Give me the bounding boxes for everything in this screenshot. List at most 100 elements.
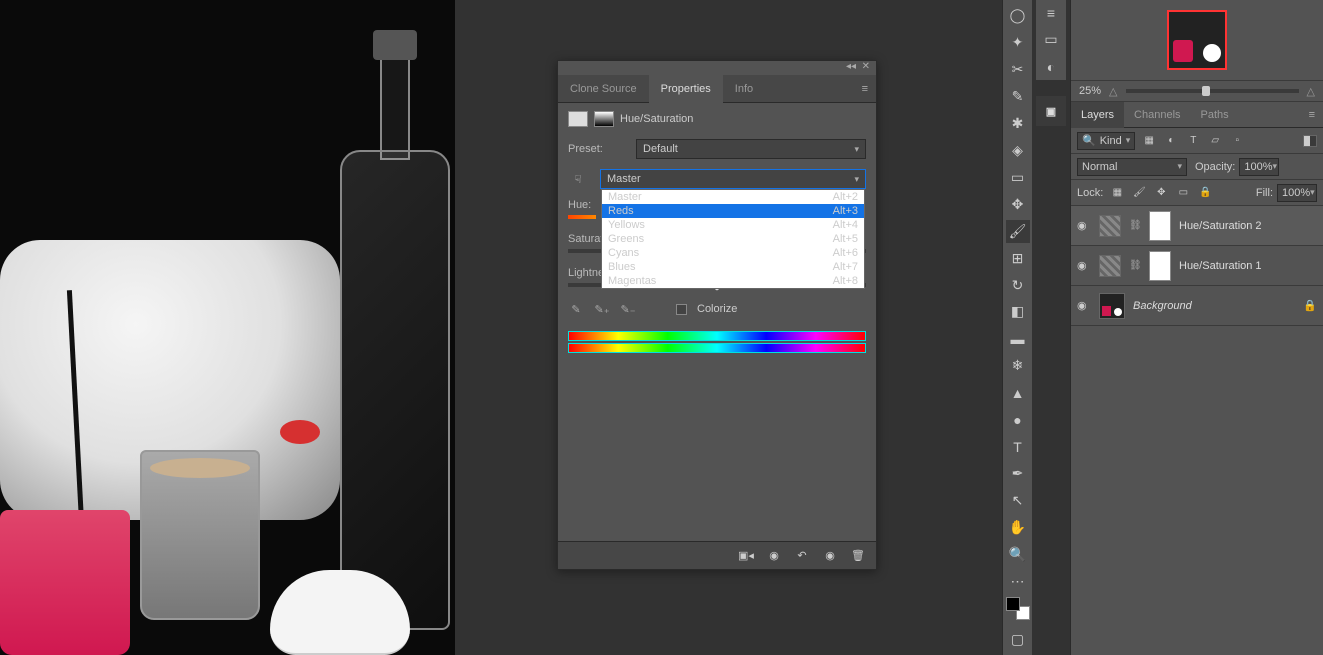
gradient-tool-icon[interactable]: ▬ [1006, 327, 1030, 350]
document-canvas[interactable] [0, 0, 455, 655]
filter-type-icon[interactable]: T [1185, 133, 1201, 149]
zoom-slider[interactable] [1126, 89, 1299, 93]
crop-tool-icon[interactable]: ✂ [1006, 58, 1030, 81]
link-icon: ⛓ [1129, 260, 1141, 272]
panel-menu-icon[interactable]: ≡ [854, 83, 876, 95]
channel-option-cyans[interactable]: CyansAlt+6 [602, 246, 864, 260]
targeted-adjustment-icon[interactable]: ☟ [568, 169, 588, 189]
tab-channels[interactable]: Channels [1124, 102, 1190, 128]
zoom-out-icon[interactable]: △ [1109, 85, 1117, 98]
move-tool-icon[interactable]: ✥ [1006, 193, 1030, 216]
eyedropper-add-icon[interactable]: ✎₊ [594, 301, 610, 317]
marquee-tool-icon[interactable]: ▭ [1006, 166, 1030, 189]
adjustment-thumb-icon[interactable] [1099, 215, 1121, 237]
hue-slider[interactable] [568, 215, 596, 219]
type-tool-icon[interactable]: T [1006, 435, 1030, 458]
actions-panel-icon[interactable]: ▭ [1039, 31, 1063, 48]
tab-info[interactable]: Info [723, 75, 765, 103]
panel-tabstrip: Clone Source Properties Info ≡ [558, 75, 876, 103]
delete-icon[interactable]: 🗑 [850, 548, 866, 564]
filter-pixel-icon[interactable]: ▦ [1141, 133, 1157, 149]
pen-tool-icon[interactable]: ✒ [1006, 462, 1030, 485]
lock-position-icon[interactable]: ✥ [1153, 185, 1169, 201]
visibility-icon[interactable]: ◉ [1077, 219, 1091, 233]
visibility-icon[interactable]: ◉ [1077, 299, 1091, 313]
channel-option-reds[interactable]: RedsAlt+3 [602, 204, 864, 218]
lasso-tool-icon[interactable]: ◯ [1006, 4, 1030, 27]
eyedropper-tool-icon[interactable]: ✎ [1006, 85, 1030, 108]
burn-tool-icon[interactable]: ● [1006, 408, 1030, 431]
path-select-tool-icon[interactable]: ↖ [1006, 489, 1030, 512]
quick-mask-icon[interactable]: ▢ [1006, 628, 1030, 651]
layers-menu-icon[interactable]: ≡ [1301, 109, 1323, 121]
tab-properties[interactable]: Properties [649, 75, 723, 103]
layer-row[interactable]: ◉ Background 🔒 [1071, 286, 1323, 326]
filter-shape-icon[interactable]: ▱ [1207, 133, 1223, 149]
layer-name[interactable]: Hue/Saturation 1 [1179, 260, 1262, 272]
zoom-in-icon[interactable]: △ [1307, 85, 1315, 98]
tab-clone-source[interactable]: Clone Source [558, 75, 649, 103]
color-spectrum[interactable] [568, 331, 866, 353]
tab-paths[interactable]: Paths [1191, 102, 1239, 128]
fill-label: Fill: [1256, 187, 1273, 199]
lock-transparent-icon[interactable]: ▦ [1109, 185, 1125, 201]
eraser-tool-icon[interactable]: ◧ [1006, 300, 1030, 323]
channel-option-master[interactable]: MasterAlt+2 [602, 190, 864, 204]
view-previous-icon[interactable]: ◉ [766, 548, 782, 564]
properties-panel-icon[interactable]: ▣ [1036, 96, 1066, 126]
brush-tool-icon[interactable]: 🖌 [1006, 220, 1030, 243]
panel-collapse-bar[interactable]: ◂◂ ✕ [558, 61, 876, 75]
blend-mode-dropdown[interactable]: Normal▾ [1077, 158, 1187, 176]
history-brush-tool-icon[interactable]: ↻ [1006, 274, 1030, 297]
quick-select-tool-icon[interactable]: ✦ [1006, 31, 1030, 54]
edit-toolbar-icon[interactable]: ⋯ [1006, 570, 1030, 593]
layer-row[interactable]: ◉ ⛓ Hue/Saturation 1 [1071, 246, 1323, 286]
blur-tool-icon[interactable]: ❄ [1006, 354, 1030, 377]
clip-to-layer-icon[interactable]: ▣◂ [738, 548, 754, 564]
adjustment-title: Hue/Saturation [620, 113, 693, 125]
visibility-icon[interactable]: ◉ [1077, 259, 1091, 273]
mask-thumb[interactable] [1149, 211, 1171, 241]
adjustment-thumb-icon[interactable] [1099, 255, 1121, 277]
layer-row[interactable]: ◉ ⛓ Hue/Saturation 2 [1071, 206, 1323, 246]
lock-image-icon[interactable]: 🖌 [1131, 185, 1147, 201]
channel-dropdown[interactable]: Master ▾ MasterAlt+2 RedsAlt+3 YellowsAl… [600, 169, 866, 189]
foreground-color-swatch[interactable] [1006, 597, 1020, 611]
lock-all-icon[interactable]: 🔒 [1197, 185, 1213, 201]
mask-thumb[interactable] [1149, 251, 1171, 281]
navigator-zoom-row: 25% △ △ [1071, 80, 1323, 102]
color-swatches[interactable] [1006, 597, 1030, 620]
tab-layers[interactable]: Layers [1071, 102, 1124, 128]
fill-input[interactable]: 100%▾ [1277, 184, 1317, 202]
preset-value: Default [643, 143, 678, 155]
navigator-thumbnail[interactable] [1167, 10, 1227, 70]
channel-option-blues[interactable]: BluesAlt+7 [602, 260, 864, 274]
colorize-checkbox[interactable] [676, 304, 687, 315]
filter-toggle[interactable] [1303, 135, 1317, 147]
lock-nested-icon[interactable]: ▭ [1175, 185, 1191, 201]
filter-adjustment-icon[interactable]: ◐ [1163, 133, 1179, 149]
preset-dropdown[interactable]: Default ▾ [636, 139, 866, 159]
eyedropper-subtract-icon[interactable]: ✎₋ [620, 301, 636, 317]
channel-option-magentas[interactable]: MagentasAlt+8 [602, 274, 864, 288]
layer-filter-kind[interactable]: 🔍 Kind ▾ [1077, 132, 1135, 150]
healing-brush-tool-icon[interactable]: ✱ [1006, 112, 1030, 135]
history-panel-icon[interactable]: ≡ [1039, 4, 1063, 21]
preset-label: Preset: [568, 143, 628, 155]
layer-thumb[interactable] [1099, 293, 1125, 319]
channel-option-yellows[interactable]: YellowsAlt+4 [602, 218, 864, 232]
layer-name[interactable]: Hue/Saturation 2 [1179, 220, 1262, 232]
clone-stamp-tool-icon[interactable]: ⊞ [1006, 247, 1030, 270]
adjustments-panel-icon[interactable]: ◐ [1039, 59, 1063, 76]
zoom-tool-icon[interactable]: 🔍 [1006, 543, 1030, 566]
hand-tool-icon[interactable]: ✋ [1006, 516, 1030, 539]
eyedropper-icon[interactable]: ✎ [568, 301, 584, 317]
channel-option-greens[interactable]: GreensAlt+5 [602, 232, 864, 246]
filter-smart-icon[interactable]: ▫ [1229, 133, 1245, 149]
reset-icon[interactable]: ↶ [794, 548, 810, 564]
opacity-input[interactable]: 100%▾ [1239, 158, 1279, 176]
dodge-tool-icon[interactable]: ▲ [1006, 381, 1030, 404]
spot-healing-tool-icon[interactable]: ◈ [1006, 139, 1030, 162]
layer-name[interactable]: Background [1133, 300, 1192, 312]
toggle-visibility-icon[interactable]: ◉ [822, 548, 838, 564]
